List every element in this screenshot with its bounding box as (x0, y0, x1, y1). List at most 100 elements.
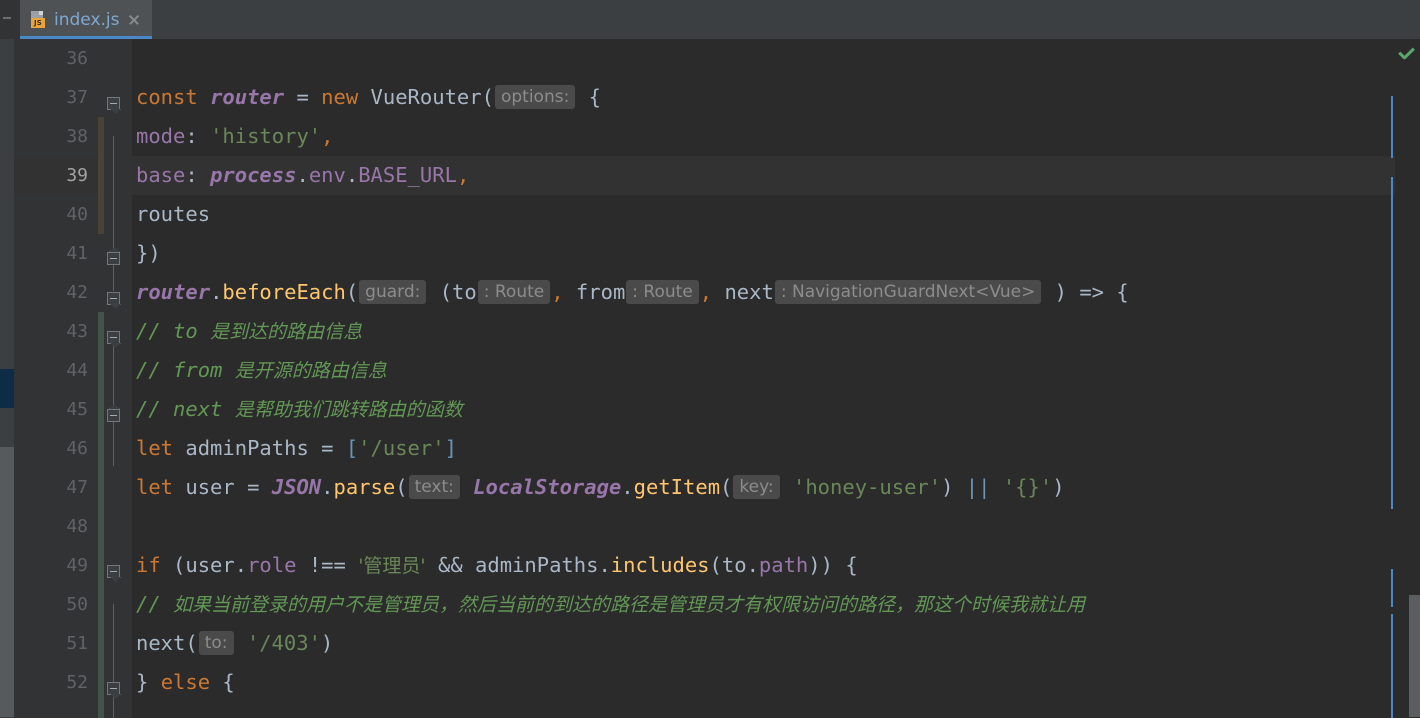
fold-marker-line-42[interactable] (107, 292, 120, 305)
code-line[interactable]: // next 是帮助我们跳转路由的函数 (132, 390, 1420, 429)
code-token: !== (308, 553, 346, 577)
code-line[interactable]: } else { (132, 663, 1420, 702)
code-token: ) (320, 631, 334, 655)
code-line[interactable]: const router = new VueRouter(options: { (132, 78, 1420, 117)
editor-tab-label: index.js (54, 9, 120, 30)
fold-guide-line (113, 331, 114, 466)
fold-marker-line-41[interactable] (107, 252, 120, 265)
code-token: let (136, 436, 174, 460)
fold-marker-line-52[interactable] (107, 682, 120, 695)
strip-selection-marker (0, 369, 14, 408)
line-number: 51 (66, 633, 88, 654)
code-line[interactable]: mode: 'history', (132, 117, 1420, 156)
inlay-hint: key: (733, 475, 780, 499)
code-line[interactable]: routes (132, 195, 1420, 234)
code-line[interactable]: next(to: '/403') (132, 624, 1420, 663)
line-number-column: 36 37 38 39 40 41 42 43 44 45 46 47 48 49 50 51 52 (14, 39, 98, 702)
code-token: 如果当前登录的用户不是管理员，然后当前的到达的路径是管理员才有权限访问的路径，那… (173, 594, 1086, 616)
code-token: = (321, 436, 334, 460)
vertical-scrollbar-thumb[interactable] (1409, 595, 1420, 717)
javascript-file-icon: JS (30, 10, 47, 29)
line-number: 37 (66, 87, 88, 108)
fold-marker-line-45[interactable] (107, 409, 120, 422)
code-token: BASE_URL (358, 163, 457, 187)
line-number: 44 (66, 360, 88, 381)
code-token: => (1079, 280, 1105, 304)
strip-thumb[interactable] (0, 447, 14, 717)
code-token: VueRouter (370, 85, 482, 109)
code-token: adminPaths (475, 553, 599, 577)
code-token: ( (395, 475, 408, 499)
fold-marker-line-49[interactable] (107, 565, 120, 578)
code-content-area[interactable]: const router = new VueRouter(options: { … (132, 39, 1420, 718)
code-token: , (551, 280, 564, 304)
code-token: const (136, 85, 198, 109)
fold-marker-line-37[interactable] (107, 97, 120, 110)
code-line[interactable] (132, 39, 1420, 78)
line-number: 49 (66, 555, 88, 576)
line-number: 38 (66, 126, 88, 147)
code-token: 'history' (210, 124, 322, 148)
code-token: , (456, 163, 470, 187)
fold-and-vcs-column (98, 39, 132, 718)
code-line[interactable]: let adminPaths = ['/user'] (132, 429, 1420, 468)
code-line[interactable]: // 如果当前登录的用户不是管理员，然后当前的到达的路径是管理员才有权限访问的路… (132, 585, 1420, 624)
code-token: . (345, 163, 359, 187)
code-token: 是到达的路由信息 (210, 321, 363, 343)
code-line[interactable]: // to 是到达的路由信息 (132, 312, 1420, 351)
code-token: [ (345, 436, 359, 460)
code-token: . (598, 553, 611, 577)
code-token: base (136, 163, 186, 187)
fold-guide-line (113, 604, 114, 718)
code-token: let (136, 475, 174, 499)
code-token: // from (136, 358, 235, 382)
code-token: '{}' (1002, 475, 1053, 499)
code-token: . (210, 280, 223, 304)
inlay-hint: : Route (626, 280, 699, 304)
code-line[interactable]: // from 是开源的路由信息 (132, 351, 1420, 390)
code-token: . (321, 475, 334, 499)
code-token: from (575, 280, 626, 304)
vcs-change-bar[interactable] (98, 117, 104, 234)
inlay-hint: : Route (477, 280, 551, 304)
inspection-ok-checkmark-icon[interactable] (1398, 47, 1416, 63)
code-line[interactable]: }) (132, 234, 1420, 273)
code-line[interactable]: let user = JSON.parse(text: LocalStorage… (132, 468, 1420, 507)
code-token: ( (345, 280, 359, 304)
code-token: JSON (271, 475, 322, 499)
editor-tab-index-js[interactable]: JS index.js (20, 0, 152, 39)
left-marker-strip[interactable] (0, 39, 14, 718)
overflow-text-bar (1391, 614, 1393, 718)
code-token: user (185, 553, 235, 577)
code-line[interactable]: base: process.env.BASE_URL, (132, 156, 1420, 195)
code-line[interactable] (132, 507, 1420, 546)
close-icon[interactable] (127, 13, 141, 27)
code-token: router (210, 85, 285, 109)
fold-marker-line-43[interactable] (107, 331, 120, 344)
code-token: { (1116, 280, 1129, 304)
code-token: ( (720, 475, 733, 499)
code-token: next (136, 631, 186, 655)
code-line[interactable]: if (user.role !== '管理员' && adminPaths.in… (132, 546, 1420, 585)
code-line[interactable]: router.beforeEach(guard: (to: Route, fro… (132, 273, 1420, 312)
inlay-hint: text: (408, 475, 460, 499)
strip-track (0, 408, 14, 447)
right-marker-gutter[interactable] (1395, 39, 1420, 718)
line-number: 43 (66, 321, 88, 342)
code-token: next (724, 280, 774, 304)
code-token: . (746, 553, 759, 577)
vcs-added-bar[interactable] (98, 312, 104, 718)
line-number: 50 (66, 594, 88, 615)
code-token: beforeEach (222, 280, 346, 304)
